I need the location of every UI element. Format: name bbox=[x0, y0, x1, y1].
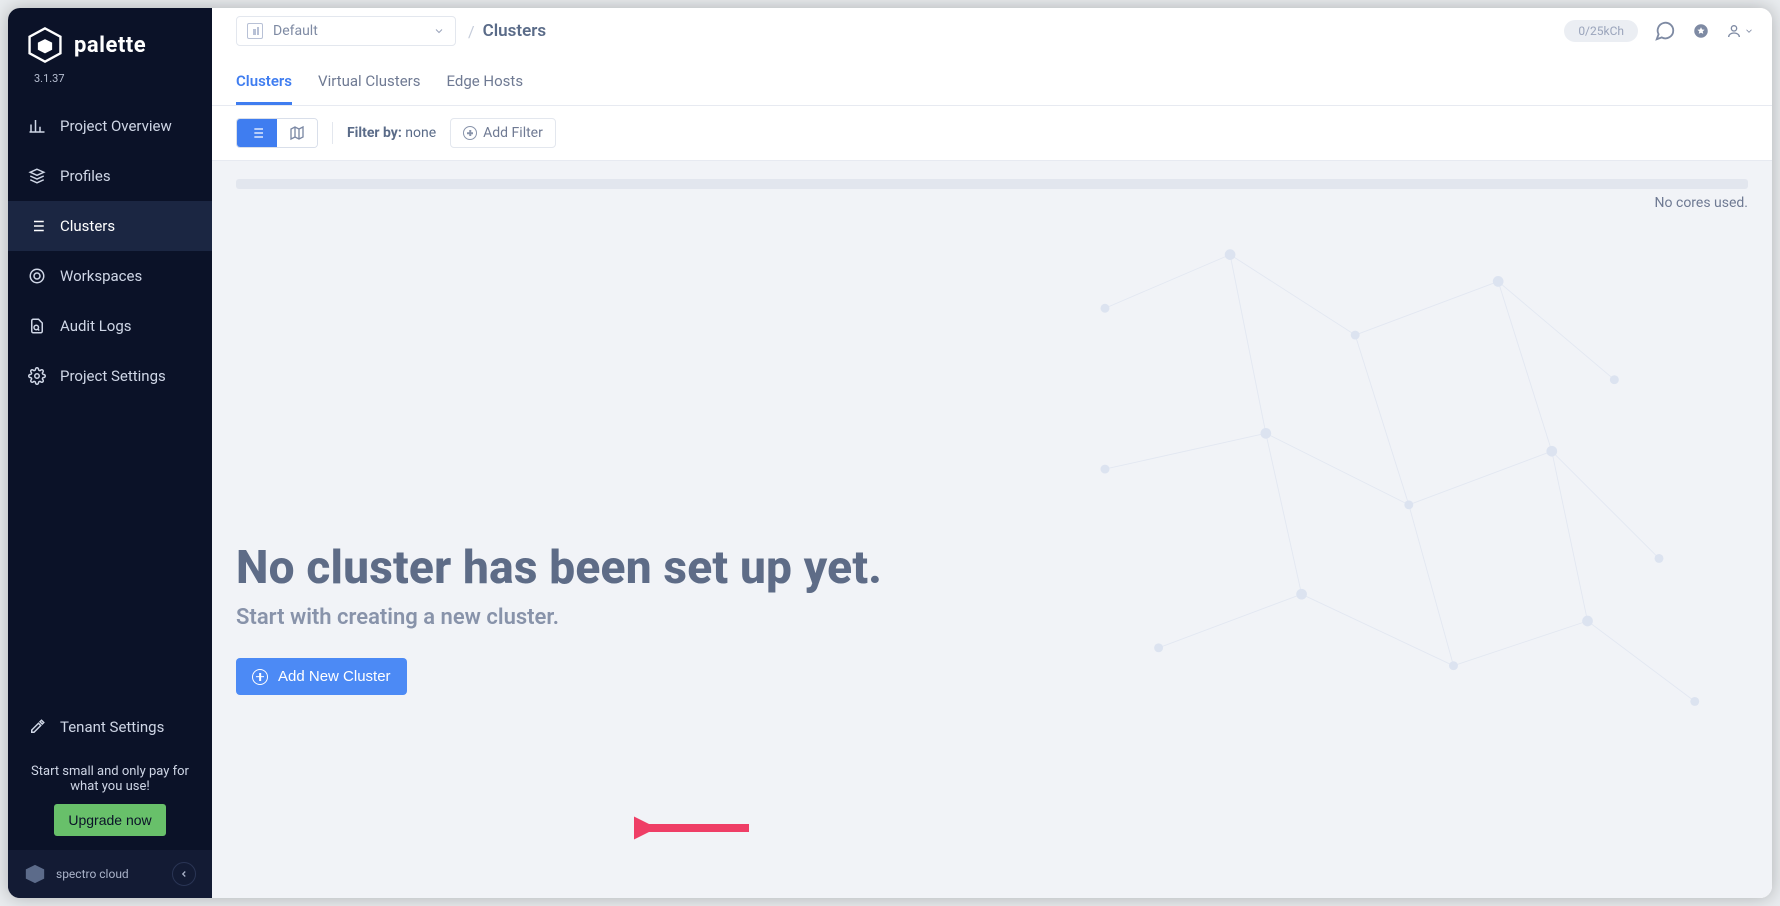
stack-icon bbox=[28, 167, 46, 185]
star-icon[interactable] bbox=[1692, 22, 1710, 40]
tab-clusters[interactable]: Clusters bbox=[236, 62, 292, 105]
cores-usage-text: No cores used. bbox=[212, 195, 1748, 211]
sidebar-item-audit-logs[interactable]: Audit Logs bbox=[8, 301, 212, 351]
topbar-right: 0/25kCh bbox=[1564, 20, 1754, 42]
add-new-cluster-label: Add New Cluster bbox=[278, 668, 391, 685]
chevron-down-icon bbox=[433, 25, 445, 37]
view-list-button[interactable] bbox=[237, 119, 277, 147]
chat-icon[interactable] bbox=[1654, 20, 1676, 42]
target-icon bbox=[28, 267, 46, 285]
upgrade-promo: Start small and only pay for what you us… bbox=[8, 752, 212, 850]
sidebar-item-label: Audit Logs bbox=[60, 317, 132, 335]
sidebar-item-tenant-settings[interactable]: Tenant Settings bbox=[8, 702, 212, 752]
sidebar-item-label: Profiles bbox=[60, 167, 111, 185]
annotation-arrow bbox=[634, 813, 754, 843]
chart-icon bbox=[28, 117, 46, 135]
sidebar-item-label: Project Overview bbox=[60, 117, 172, 135]
sidebar-item-profiles[interactable]: Profiles bbox=[8, 151, 212, 201]
plus-circle-icon bbox=[252, 669, 268, 685]
breadcrumb: / Clusters bbox=[468, 21, 546, 41]
project-icon bbox=[247, 23, 263, 39]
cores-usage-bar bbox=[236, 179, 1748, 189]
tabs: Clusters Virtual Clusters Edge Hosts bbox=[212, 52, 1772, 106]
chevron-down-icon bbox=[1744, 26, 1754, 36]
sidebar-nav: Project Overview Profiles Clusters Works… bbox=[8, 101, 212, 401]
footer-brand-text: spectro cloud bbox=[56, 867, 129, 881]
plus-circle-icon bbox=[463, 126, 477, 140]
palette-logo-icon bbox=[26, 26, 64, 64]
add-filter-label: Add Filter bbox=[483, 125, 543, 141]
brand-name: palette bbox=[74, 33, 146, 58]
view-mode-toggle bbox=[236, 118, 318, 148]
sidebar-item-project-overview[interactable]: Project Overview bbox=[8, 101, 212, 151]
empty-state: No cluster has been set up yet. Start wi… bbox=[236, 541, 1748, 695]
sidebar-item-label: Workspaces bbox=[60, 267, 142, 285]
tab-edge-hosts[interactable]: Edge Hosts bbox=[446, 62, 523, 105]
sidebar-item-workspaces[interactable]: Workspaces bbox=[8, 251, 212, 301]
sidebar-footer: spectro cloud bbox=[8, 850, 212, 898]
sidebar-item-label: Clusters bbox=[60, 217, 115, 235]
sidebar: palette 3.1.37 Project Overview Profiles bbox=[8, 8, 212, 898]
project-selector-value: Default bbox=[273, 23, 423, 39]
user-menu[interactable] bbox=[1726, 23, 1754, 39]
breadcrumb-separator: / bbox=[468, 22, 475, 41]
sidebar-item-label: Project Settings bbox=[60, 367, 166, 385]
quota-pill: 0/25kCh bbox=[1564, 20, 1638, 42]
toolbar-divider bbox=[332, 122, 333, 144]
sidebar-item-project-settings[interactable]: Project Settings bbox=[8, 351, 212, 401]
breadcrumb-current: Clusters bbox=[483, 21, 546, 41]
add-new-cluster-button[interactable]: Add New Cluster bbox=[236, 658, 407, 695]
app-window: palette 3.1.37 Project Overview Profiles bbox=[8, 8, 1772, 898]
upgrade-button[interactable]: Upgrade now bbox=[54, 804, 165, 836]
content-area: No cores used. bbox=[212, 161, 1772, 898]
list-toolbar: Filter by: none Add Filter bbox=[212, 106, 1772, 161]
project-selector[interactable]: Default bbox=[236, 16, 456, 46]
view-map-button[interactable] bbox=[277, 119, 317, 147]
empty-subtitle: Start with creating a new cluster. bbox=[236, 605, 1748, 630]
filter-label: Filter by: none bbox=[347, 125, 436, 141]
empty-title: No cluster has been set up yet. bbox=[236, 541, 1748, 595]
list-icon bbox=[28, 217, 46, 235]
app-version: 3.1.37 bbox=[8, 72, 212, 85]
promo-text: Start small and only pay for what you us… bbox=[20, 764, 200, 794]
sidebar-item-clusters[interactable]: Clusters bbox=[8, 201, 212, 251]
brand-logo: palette bbox=[8, 8, 212, 70]
tab-virtual-clusters[interactable]: Virtual Clusters bbox=[318, 62, 420, 105]
tools-icon bbox=[28, 718, 46, 736]
main-content: Default / Clusters 0/25kCh bbox=[212, 8, 1772, 898]
spectrocloud-icon bbox=[24, 863, 46, 885]
add-filter-button[interactable]: Add Filter bbox=[450, 118, 556, 148]
gear-icon bbox=[28, 367, 46, 385]
collapse-sidebar-button[interactable] bbox=[172, 862, 196, 886]
topbar: Default / Clusters 0/25kCh bbox=[212, 8, 1772, 52]
doc-search-icon bbox=[28, 317, 46, 335]
sidebar-item-label: Tenant Settings bbox=[60, 718, 164, 736]
